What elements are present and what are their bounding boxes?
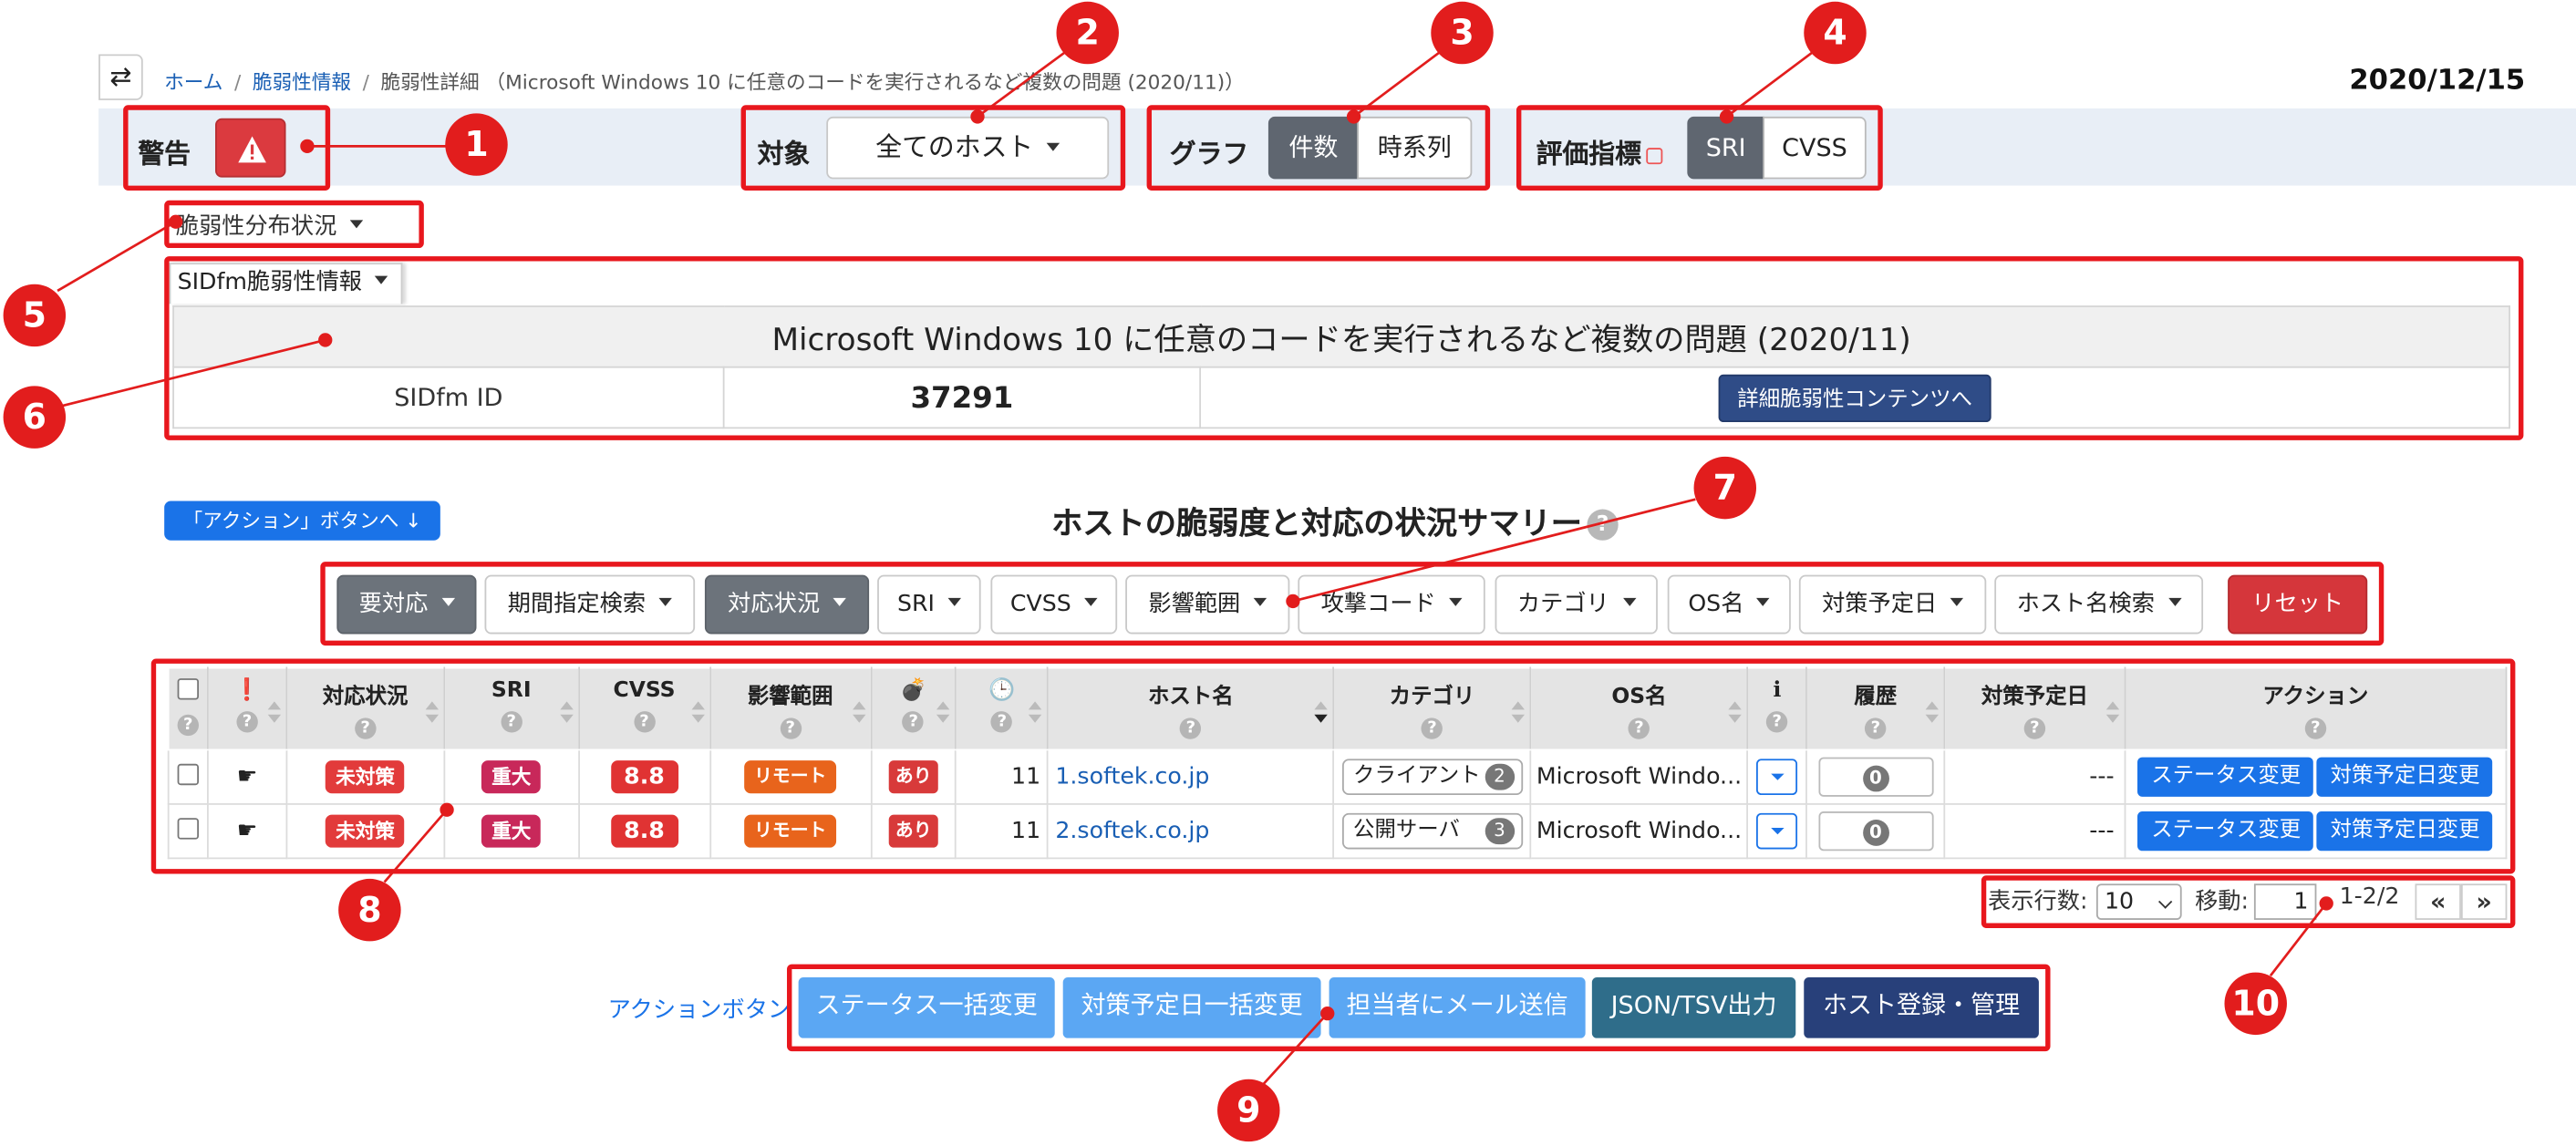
breadcrumb-vuln-info-link[interactable]: 脆弱性情報 <box>253 70 351 93</box>
sidebar-toggle-icon[interactable]: ⇄ <box>98 54 143 100</box>
callout-4: 4 <box>1804 1 1867 65</box>
highlight-box-pager <box>1981 875 2516 928</box>
highlight-box-actions <box>787 964 2051 1052</box>
callout-1: 1 <box>445 113 508 176</box>
callout-7: 7 <box>1693 456 1757 520</box>
callout-9: 9 <box>1217 1079 1280 1142</box>
highlight-box-distribution <box>164 200 424 249</box>
highlight-box-filters <box>320 562 2385 646</box>
help-icon[interactable]: ? <box>1587 509 1619 541</box>
breadcrumb: ホーム / 脆弱性情報 / 脆弱性詳細 （Microsoft Windows 10 に任… <box>164 70 1245 94</box>
highlight-box-sidfm-info <box>164 256 2524 440</box>
action-buttons-label: アクションボタン <box>607 996 791 1024</box>
callout-8: 8 <box>338 878 401 942</box>
highlight-box-warning <box>123 105 331 191</box>
breadcrumb-home-link[interactable]: ホーム <box>164 70 222 93</box>
callout-3: 3 <box>1431 1 1494 65</box>
jump-to-actions-button[interactable]: 「アクション」ボタンへ ↓ <box>164 501 440 541</box>
breadcrumb-current: 脆弱性詳細 （Microsoft Windows 10 に任意のコードを実行され… <box>380 70 1245 94</box>
highlight-box-target <box>740 105 1126 191</box>
callout-10: 10 <box>2224 972 2287 1036</box>
callout-6: 6 <box>3 386 67 449</box>
current-date: 2020/12/15 <box>2349 64 2526 98</box>
callout-2: 2 <box>1056 1 1119 65</box>
highlight-box-table <box>150 658 2516 874</box>
summary-title: ホストの脆弱度と対応の状況サマリー? <box>1051 500 1619 544</box>
highlight-box-graph <box>1146 105 1491 191</box>
highlight-box-metric <box>1516 105 1883 191</box>
callout-5: 5 <box>3 284 67 347</box>
